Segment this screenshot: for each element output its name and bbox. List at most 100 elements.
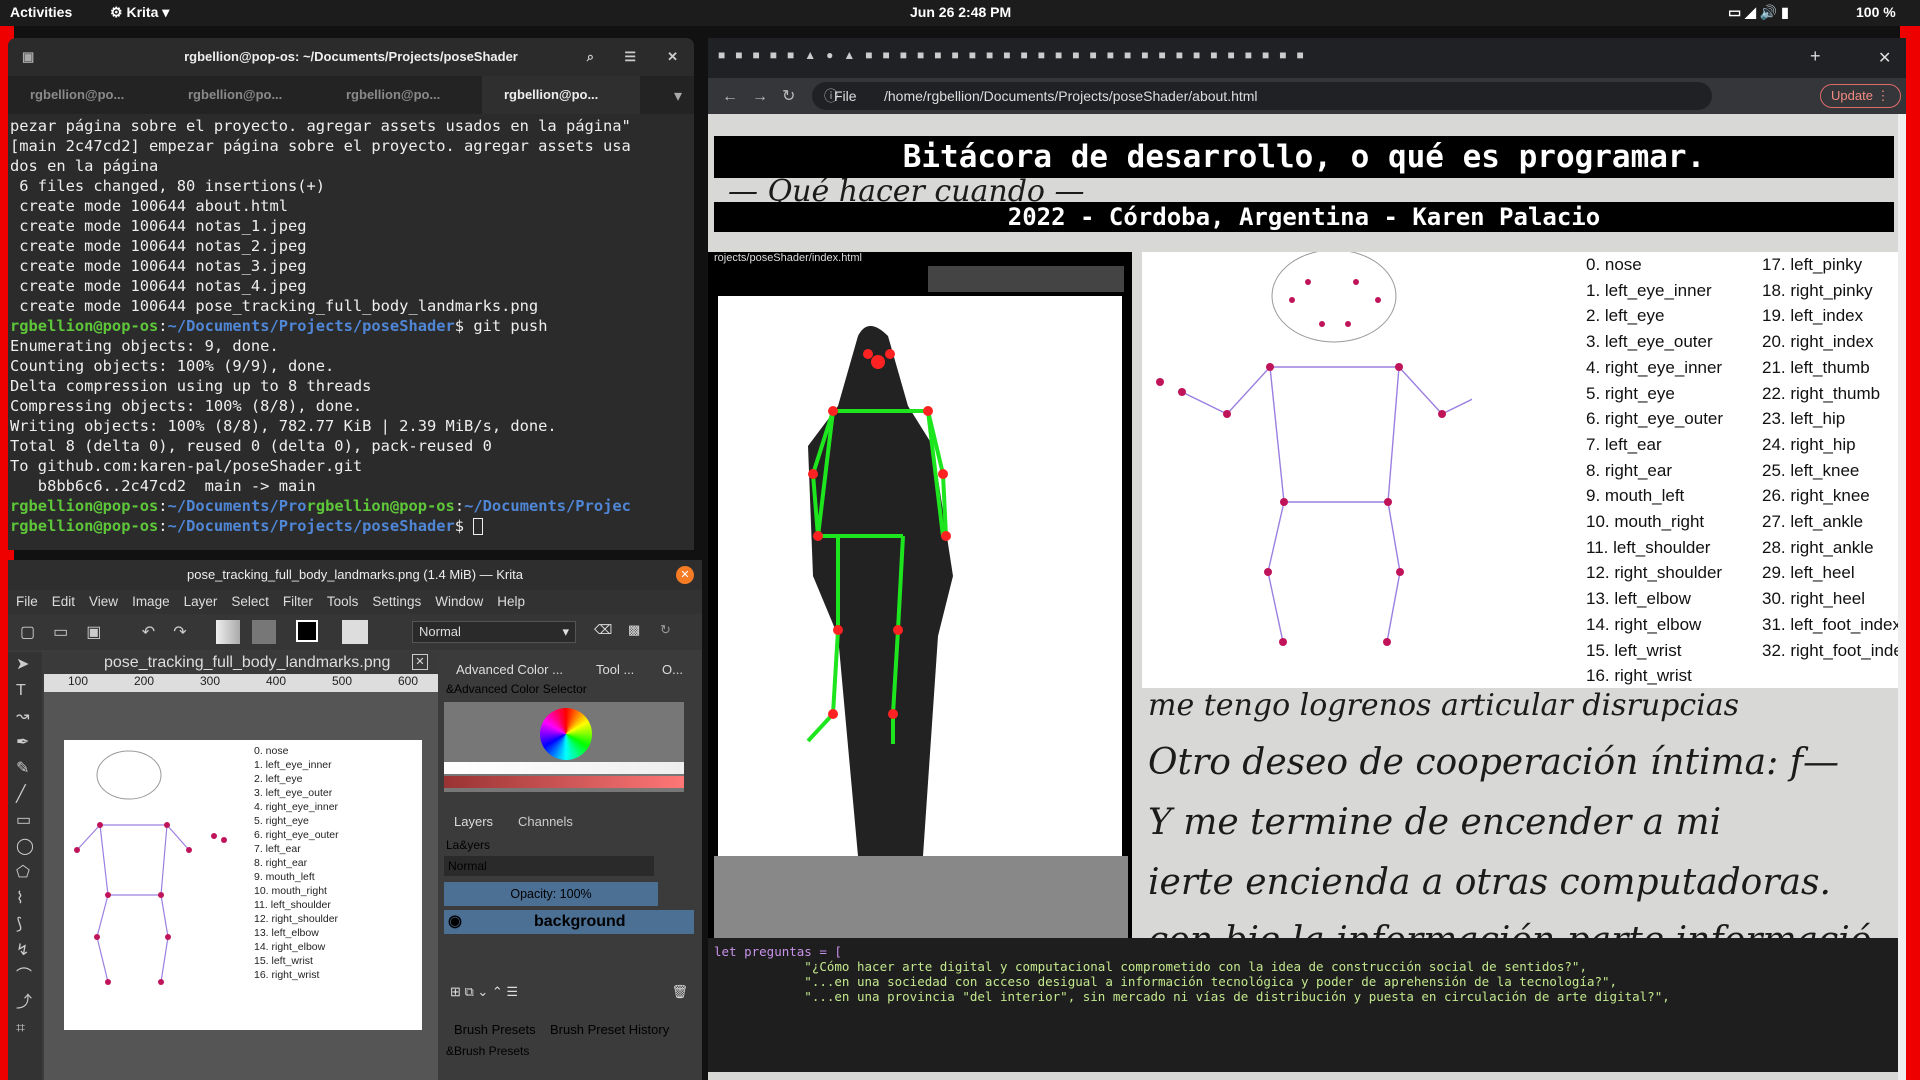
activities-button[interactable]: Activities — [10, 4, 72, 20]
tab-channels[interactable]: Channels — [518, 814, 573, 829]
tab-color-selector[interactable]: Advanced Color ... — [456, 662, 563, 677]
landmark-label: 14. right_elbow — [254, 941, 326, 953]
opacity-slider[interactable]: Opacity: 100% — [444, 882, 658, 906]
new-tab-icon[interactable]: ▣ — [22, 38, 34, 76]
canvas-document[interactable]: 0. nose 1. left_eye_inner 2. left_eye 3. le… — [64, 740, 422, 1030]
prompt-line: rgbellion@pop-os:~/Documents/Projects/po… — [10, 516, 694, 536]
menu-image[interactable]: Image — [132, 590, 170, 614]
menu-filter[interactable]: Filter — [283, 590, 313, 614]
shade-bar[interactable] — [444, 762, 684, 774]
app-name: Krita — [126, 4, 159, 20]
browser-window[interactable]: ■■■■■▲●▲■■■■■■■■■■■■■■■■■■■■■■■■■■ + ✕ ←… — [708, 38, 1906, 1080]
landmark-label: 26. right_knee — [1762, 486, 1870, 506]
wrap-icon[interactable]: ↻ — [660, 622, 671, 638]
prompt-line: rgbellion@pop-os:~/Documents/Projects/po… — [10, 317, 548, 335]
terminal-window[interactable]: rgbellion@pop-os: ~/Documents/Projects/p… — [8, 38, 694, 550]
video-embed[interactable]: rojects/poseShader/index.html — [708, 252, 1132, 938]
brush-preset-icon[interactable] — [342, 620, 368, 644]
output-line: create mode 100644 pose_tracking_full_bo… — [10, 297, 539, 315]
menu-tools[interactable]: Tools — [327, 590, 359, 614]
app-menu[interactable]: ⚙ Krita ▾ — [110, 4, 169, 21]
tool-icons[interactable]: ➤ T ↝ ✒ ✎ ╱ ▭ ◯ ⬠ ⌇ ⟆ ↯ ⌒ ⤴ ⌗ — [8, 652, 42, 1042]
output-line: create mode 100644 notas_4.jpeg — [10, 277, 307, 295]
tab-brush-preset-history[interactable]: Brush Preset History — [550, 1022, 669, 1037]
shade-bar[interactable] — [444, 776, 684, 788]
toolbar-icons[interactable]: ▢▭▣ ↶↷ — [20, 622, 205, 642]
output-line: create mode 100644 notas_2.jpeg — [10, 237, 307, 255]
eraser-icon[interactable]: ⌫ — [594, 622, 612, 638]
tab-tool-options[interactable]: Tool ... — [596, 662, 634, 677]
terminal-tab-active[interactable]: rgbellion@po... — [482, 76, 640, 114]
tab-overview[interactable]: O... — [662, 662, 683, 677]
opacity-value: Opacity: 100% — [510, 887, 592, 901]
eye-icon[interactable]: ◉ — [448, 910, 462, 934]
landmark-label: 32. right_foot_inde — [1762, 640, 1898, 660]
clock[interactable]: Jun 26 2:48 PM — [910, 4, 1011, 20]
output-line: Counting objects: 100% (9/9), done. — [10, 357, 335, 375]
close-icon[interactable]: ✕ — [412, 654, 428, 670]
layer-row[interactable]: ◉ background — [444, 910, 694, 934]
fg-bg-color-icon[interactable] — [296, 620, 318, 642]
menu-help[interactable]: Help — [497, 590, 525, 614]
menu-select[interactable]: Select — [231, 590, 269, 614]
landmark-label: 9. mouth_left — [1586, 486, 1685, 506]
ruler-tick: 200 — [134, 674, 155, 688]
landmark-label: 17. left_pinky — [1762, 255, 1863, 274]
delete-layer-icon[interactable]: 🗑 — [671, 984, 688, 1000]
menu-layer[interactable]: Layer — [184, 590, 218, 614]
code-line: "¿Cómo hacer arte digital y computaciona… — [714, 959, 1587, 974]
landmark-label: 6. right_eye_outer — [1586, 409, 1724, 429]
blend-mode-select[interactable]: Normal ▾ — [412, 621, 576, 643]
page-scrollbar[interactable] — [1898, 114, 1906, 1080]
code-line: let preguntas = [ — [714, 944, 842, 959]
terminal-tab[interactable]: rgbellion@po... — [166, 76, 324, 114]
terminal-tab[interactable]: rgbellion@po... — [8, 76, 166, 114]
output-line: pezar página sobre el proyecto. agregar … — [10, 117, 631, 135]
nav-icons[interactable]: ←→↻ — [722, 86, 809, 106]
menu-settings[interactable]: Settings — [372, 590, 421, 614]
tab-brush-presets[interactable]: Brush Presets — [454, 1022, 536, 1037]
terminal-titlebar: rgbellion@pop-os: ~/Documents/Projects/p… — [8, 38, 694, 76]
landmarks-figure: 0. nose 1. left_eye_inner 2. left_eye 3. le… — [1142, 252, 1898, 688]
terminal-tab[interactable]: rgbellion@po... — [324, 76, 482, 114]
alpha-lock-icon[interactable]: ▩ — [628, 622, 640, 638]
landmark-label: 22. right_thumb — [1762, 383, 1881, 403]
landmark-label: 16. right_wrist — [1586, 666, 1692, 686]
layer-blend-select[interactable]: Normal — [444, 856, 654, 876]
code-block: let preguntas = [ "¿Cómo hacer arte digi… — [708, 938, 1898, 1072]
landmark-label: 5. right_eye — [254, 815, 309, 827]
file-label: File — [834, 88, 857, 104]
landmarks-diagram — [1156, 252, 1472, 646]
gradient-swatch[interactable] — [216, 620, 240, 644]
new-tab-icon[interactable]: + — [1810, 46, 1821, 67]
close-icon[interactable]: ✕ — [667, 38, 678, 76]
update-button[interactable]: Update ⋮ — [1820, 84, 1901, 108]
layer-blend-value: Normal — [448, 859, 487, 873]
tabs-dropdown-icon[interactable]: ▾ — [674, 86, 682, 106]
close-icon[interactable]: ✕ — [676, 566, 694, 584]
menu-window[interactable]: Window — [435, 590, 483, 614]
output-line: [main 2c47cd2] empezar página sobre el p… — [10, 137, 631, 155]
menu-file[interactable]: File — [16, 590, 38, 614]
ruler-tick: 500 — [332, 674, 353, 688]
color-wheel[interactable] — [540, 708, 592, 760]
tray-icons[interactable]: ▭ ◢ 🔊 ▮ — [1728, 4, 1789, 21]
menu-icon[interactable]: ☰ — [624, 38, 636, 76]
color-selector[interactable] — [444, 702, 684, 792]
terminal-output[interactable]: pezar página sobre el proyecto. agregar … — [8, 114, 694, 550]
menu-view[interactable]: View — [89, 590, 118, 614]
browser-tab-icons[interactable]: ■■■■■▲●▲■■■■■■■■■■■■■■■■■■■■■■■■■■ — [718, 48, 1678, 62]
pattern-swatch[interactable] — [252, 620, 276, 644]
close-icon[interactable]: ✕ — [1878, 48, 1891, 68]
krita-menubar: File Edit View Image Layer Select Filter Tools S… — [8, 590, 702, 614]
landmark-label: 8. right_ear — [254, 857, 308, 869]
add-layer-icon[interactable]: ⊞ ⧉ ⌄ ⌃ ☰ — [450, 984, 518, 1000]
tab-layers[interactable]: Layers — [454, 814, 493, 829]
landmark-label: 29. left_heel — [1762, 563, 1855, 583]
ruler-tick: 300 — [200, 674, 221, 688]
menu-edit[interactable]: Edit — [52, 590, 75, 614]
address-field[interactable]: ⓘ File/home/rgbellion/Documents/Projects/… — [812, 82, 1712, 110]
document-tab[interactable]: pose_tracking_full_body_landmarks.png ✕ — [44, 652, 438, 674]
pose-skeleton — [806, 326, 953, 856]
search-icon[interactable]: ⌕ — [587, 38, 594, 76]
